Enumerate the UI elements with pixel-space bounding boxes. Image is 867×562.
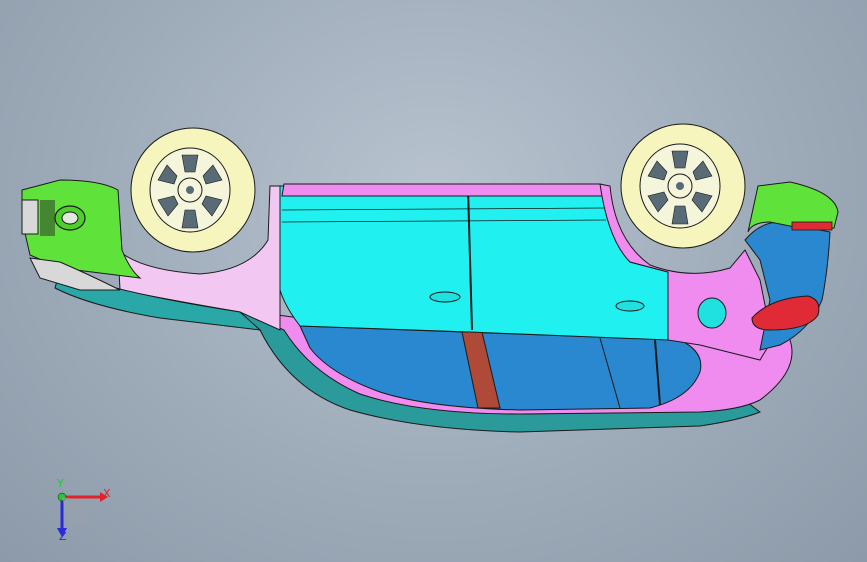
door-handle-rear[interactable] xyxy=(615,300,645,312)
rear-wheel[interactable] xyxy=(620,123,746,249)
roof-rail[interactable] xyxy=(281,183,605,197)
fuel-cap[interactable] xyxy=(697,297,727,329)
axis-y-label: Y xyxy=(57,477,64,490)
front-wheel[interactable] xyxy=(130,127,256,253)
cad-viewport[interactable]: X Y Z xyxy=(0,0,867,562)
car-3d-model[interactable] xyxy=(0,0,867,562)
door-handle-front[interactable] xyxy=(429,291,461,303)
axis-z-label: Z xyxy=(59,530,67,543)
axis-x-label: X xyxy=(103,487,111,500)
front-grille[interactable] xyxy=(21,199,39,235)
